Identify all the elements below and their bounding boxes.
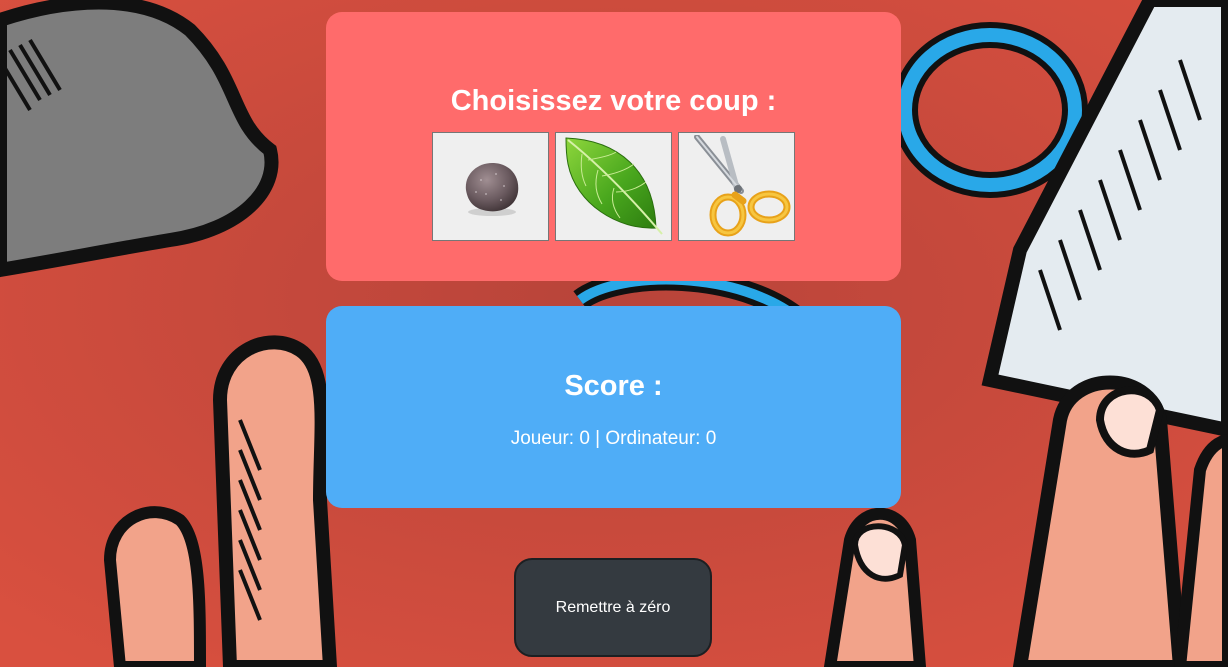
reset-button[interactable]: Remettre à zéro <box>514 558 712 657</box>
choose-move-title: Choisissez votre coup : <box>450 85 777 117</box>
bg-hand-left <box>212 335 338 667</box>
choose-move-panel: Choisissez votre coup : <box>326 12 901 281</box>
scissors-icon <box>693 134 790 236</box>
score-panel: Score : Joueur: 0 | Ordinateur: 0 <box>326 306 901 508</box>
leaf-icon <box>564 137 663 235</box>
rock-icon <box>465 162 518 216</box>
score-text: Joueur: 0 | Ordinateur: 0 <box>510 428 717 449</box>
paper-button[interactable] <box>555 132 672 241</box>
scissors-button[interactable] <box>678 132 795 241</box>
rock-button[interactable] <box>432 132 549 241</box>
score-title: Score : <box>564 370 663 402</box>
move-choices <box>326 132 901 241</box>
